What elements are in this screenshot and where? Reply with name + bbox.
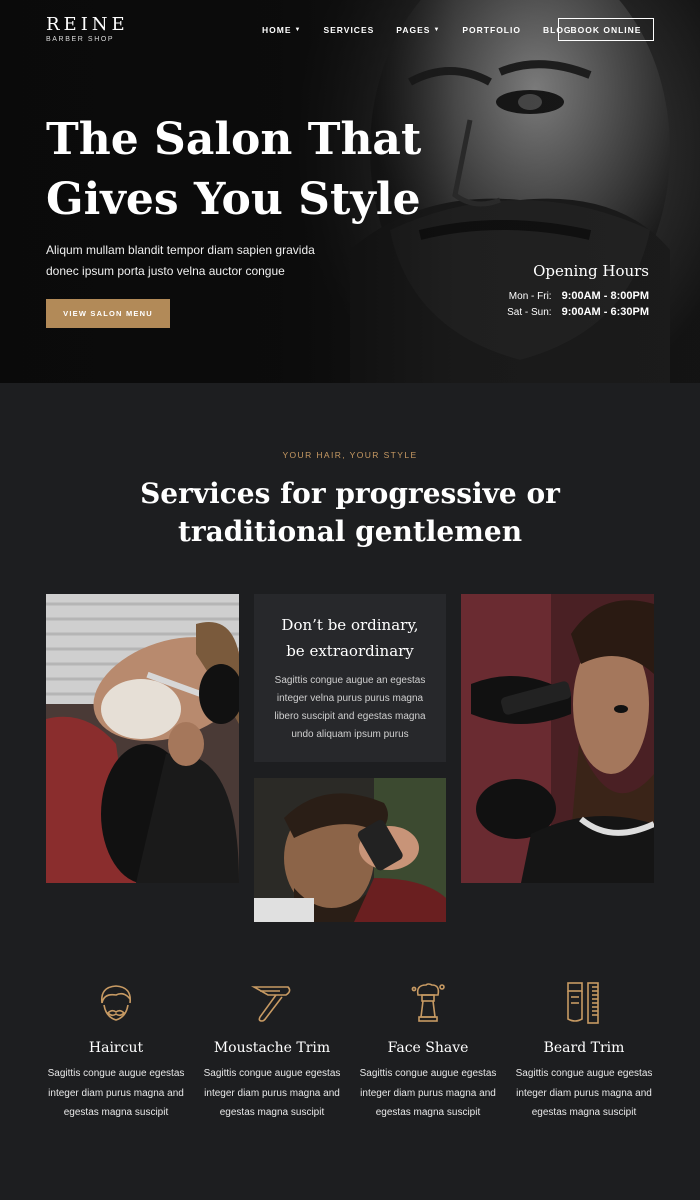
section-eyebrow: YOUR HAIR, YOUR STYLE: [282, 450, 418, 460]
hero-title-line2: Gives You Style: [46, 174, 421, 225]
nav-item-label: PAGES: [396, 25, 431, 35]
service-haircut[interactable]: Haircut Sagittis congue augue egestas in…: [38, 980, 194, 1123]
site-logo[interactable]: REINE BARBER SHOP: [46, 14, 129, 44]
hours-row: Sat - Sun: 9:00AM - 6:30PM: [507, 306, 649, 318]
shave-photo: [46, 594, 239, 883]
service-description: Sagittis congue augue egestas integer di…: [203, 1068, 341, 1118]
nav-item-label: HOME: [262, 25, 292, 35]
nav-item-label: SERVICES: [323, 25, 375, 35]
nav-item-pages[interactable]: PAGES ▼: [396, 25, 440, 35]
logo-brand-name: REINE: [46, 14, 129, 35]
hero-description: Aliqum mullam blandit tempor diam sapien…: [46, 243, 315, 278]
razor-icon: [194, 980, 350, 1026]
book-online-button[interactable]: BOOK ONLINE: [558, 18, 654, 41]
caret-down-icon: ▼: [433, 27, 441, 33]
service-title: Haircut: [88, 1040, 144, 1056]
haircut-photo: [254, 778, 446, 922]
hours-day: Sat - Sun:: [507, 307, 552, 318]
hours-time: 9:00AM - 8:00PM: [561, 290, 649, 302]
service-description: Sagittis congue augue egestas integer di…: [47, 1068, 185, 1118]
shaving-brush-icon: [350, 980, 506, 1026]
hours-time: 9:00AM - 6:30PM: [561, 306, 649, 318]
nav-item-services[interactable]: SERVICES: [323, 25, 374, 35]
service-moustache-trim[interactable]: Moustache Trim Sagittis congue augue ege…: [194, 980, 350, 1123]
service-title: Moustache Trim: [213, 1040, 331, 1056]
service-beard-trim[interactable]: Beard Trim Sagittis congue augue egestas…: [506, 980, 662, 1123]
section-title-line1: Services for progressive or: [140, 477, 560, 510]
trimmer-comb-icon: [506, 980, 662, 1026]
main-nav: HOME ▼ SERVICES PAGES ▼ PORTFOLIO BLOG: [262, 25, 594, 35]
hero-section: REINE BARBER SHOP HOME ▼ SERVICES PAGES ▼ …: [0, 0, 700, 383]
clipper-photo: [461, 594, 654, 883]
promo-card-title: Don’t be ordinary, be extraordinary: [254, 612, 446, 664]
opening-hours-title: Opening Hours: [533, 262, 649, 280]
promo-title-line1: Don’t be ordinary,: [281, 616, 419, 634]
section-title-line2: traditional gentlemen: [177, 515, 523, 548]
view-salon-menu-button[interactable]: VIEW SALON MENU: [46, 299, 170, 328]
nav-item-home[interactable]: HOME ▼: [262, 25, 301, 35]
hero-title: The Salon That Gives You Style: [46, 110, 422, 230]
logo-tagline: BARBER SHOP: [46, 36, 115, 43]
hours-day: Mon - Fri:: [508, 291, 552, 302]
service-title: Face Shave: [387, 1040, 469, 1056]
promo-card: Don’t be ordinary, be extraordinary Sagi…: [254, 594, 446, 762]
service-description: Sagittis congue augue egestas integer di…: [359, 1068, 497, 1118]
caret-down-icon: ▼: [294, 27, 302, 33]
service-face-shave[interactable]: Face Shave Sagittis congue augue egestas…: [350, 980, 506, 1123]
hero-title-line1: The Salon That: [46, 114, 422, 165]
hours-row: Mon - Fri: 9:00AM - 8:00PM: [507, 290, 649, 302]
opening-hours: Opening Hours Mon - Fri: 9:00AM - 8:00PM…: [507, 262, 649, 322]
nav-item-label: PORTFOLIO: [462, 25, 521, 35]
nav-item-portfolio[interactable]: PORTFOLIO: [462, 25, 521, 35]
service-title: Beard Trim: [543, 1040, 625, 1056]
haircut-icon: [38, 980, 194, 1026]
service-description: Sagittis congue augue egestas integer di…: [515, 1068, 653, 1118]
promo-title-line2: be extraordinary: [286, 642, 414, 660]
promo-card-description: Sagittis congue augue an egestas integer…: [274, 675, 426, 740]
section-title: Services for progressive or traditional …: [0, 475, 700, 551]
